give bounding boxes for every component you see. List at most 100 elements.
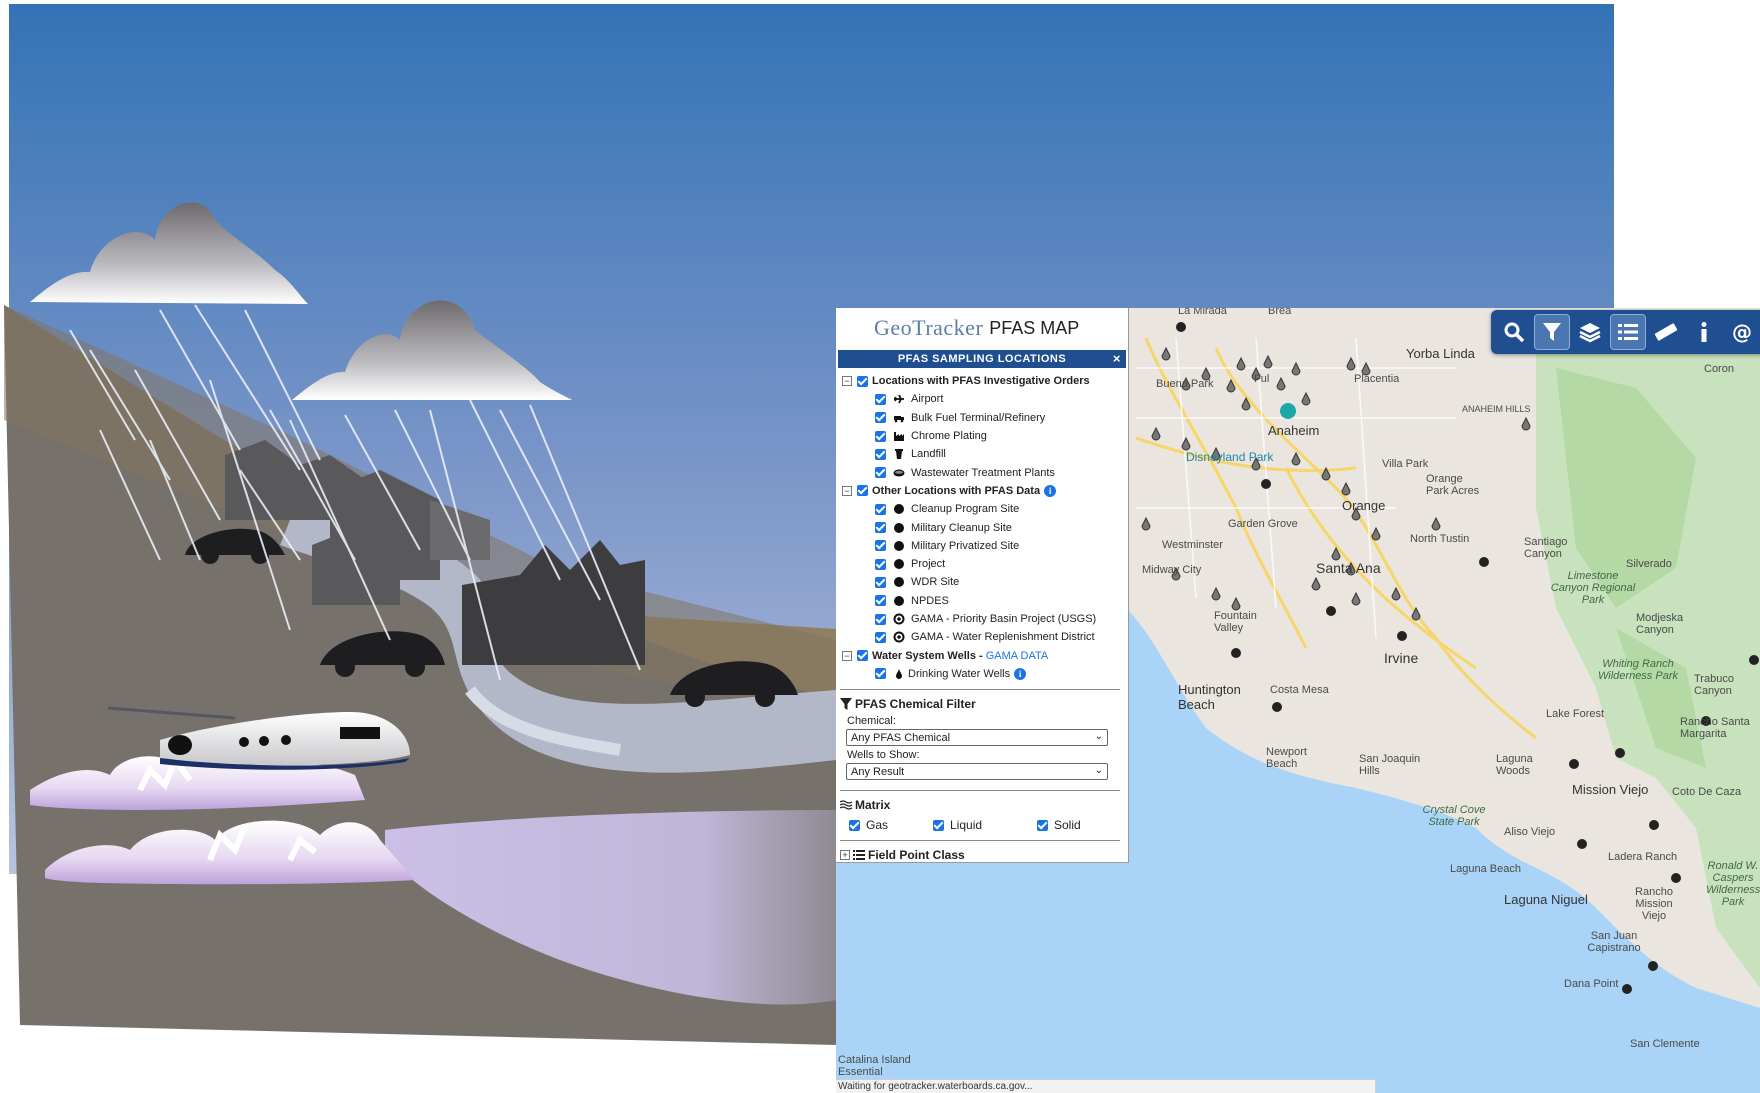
map-label: Whiting Ranch Wilderness Park — [1598, 658, 1678, 682]
ring-icon — [893, 631, 905, 643]
map-label: North Tustin — [1410, 533, 1470, 545]
layers-button[interactable] — [1573, 315, 1607, 349]
map-label: Limestone Canyon Regional Park — [1550, 570, 1636, 606]
map-label: Orange — [1342, 498, 1386, 513]
divider — [840, 840, 1120, 842]
chemical-filter-title: PFAS Chemical Filter — [836, 696, 1128, 712]
layer-checkbox[interactable] — [875, 576, 886, 588]
collapse-icon[interactable]: − — [842, 485, 852, 496]
layer-label: Military Privatized Site — [911, 539, 1020, 552]
expand-icon[interactable]: + — [840, 850, 850, 861]
layer-label: Airport — [911, 393, 944, 406]
list-button[interactable] — [1610, 314, 1646, 350]
layer-wdr[interactable]: WDR Site — [842, 573, 1128, 591]
layer-checkbox[interactable] — [875, 448, 886, 460]
group-other-locations[interactable]: − Other Locations with PFAS Data i — [842, 482, 1128, 500]
map-label: Ful — [1254, 373, 1270, 385]
layer-checkbox[interactable] — [875, 558, 886, 570]
airplane-icon — [893, 393, 905, 405]
info-icon[interactable]: i — [1044, 484, 1057, 497]
ruler-icon — [1654, 323, 1678, 341]
divider — [840, 689, 1120, 691]
measure-button[interactable] — [1649, 315, 1683, 349]
map-label: San Juan Capistrano — [1587, 930, 1641, 954]
gama-data-link[interactable]: GAMA DATA — [986, 650, 1049, 662]
map-label: Modjeska Canyon — [1636, 612, 1684, 636]
close-icon[interactable]: × — [1113, 351, 1121, 366]
matrix-gas[interactable]: Gas — [849, 818, 933, 832]
map-label: La Mirada — [1178, 308, 1227, 317]
info-icon[interactable]: i — [1014, 667, 1027, 680]
collapse-icon[interactable]: − — [842, 376, 852, 387]
layer-label: Military Cleanup Site — [911, 521, 1012, 534]
search-button[interactable] — [1497, 315, 1531, 349]
wells-select[interactable]: Any Result ⌄ — [846, 763, 1108, 781]
water-drop-icon — [893, 668, 905, 680]
layer-military-cleanup[interactable]: Military Cleanup Site — [842, 518, 1128, 536]
info-button[interactable] — [1687, 315, 1721, 349]
map-label: Rancho Mission Viejo — [1635, 886, 1673, 922]
map-window[interactable]: La Mirada Brea Yorba Linda Buena Park Fu… — [836, 308, 1760, 1093]
layer-checkbox[interactable] — [875, 540, 886, 552]
logo-pfas-map: PFAS MAP — [989, 317, 1080, 338]
layer-gama-usgs[interactable]: GAMA - Priority Basin Project (USGS) — [842, 610, 1128, 628]
group-water-system-wells[interactable]: − Water System Wells - GAMA DATA — [842, 646, 1128, 664]
matrix-checkbox[interactable] — [1037, 819, 1048, 831]
layer-airport[interactable]: Airport — [842, 390, 1128, 408]
map-label: San Clemente — [1630, 1038, 1700, 1050]
field-point-class[interactable]: + Field Point Class — [836, 847, 1128, 863]
map-label: Coto De Caza — [1672, 786, 1742, 798]
svg-text:@: @ — [1732, 320, 1752, 344]
group-checkbox[interactable] — [857, 650, 868, 662]
contact-button[interactable]: @ — [1725, 315, 1759, 349]
layer-checkbox[interactable] — [875, 522, 886, 534]
layer-checkbox[interactable] — [875, 393, 886, 405]
layer-checkbox[interactable] — [875, 595, 886, 607]
layer-label: Cleanup Program Site — [911, 503, 1020, 516]
treatment-plant-icon — [893, 467, 905, 479]
layer-label: Landfill — [911, 448, 946, 461]
layer-npdes[interactable]: NPDES — [842, 592, 1128, 610]
chevron-down-icon: ⌄ — [1094, 765, 1103, 777]
map-label: Silverado — [1626, 558, 1672, 570]
layer-checkbox[interactable] — [875, 613, 886, 625]
layer-cleanup[interactable]: Cleanup Program Site — [842, 500, 1128, 518]
group-investigative-orders[interactable]: − Locations with PFAS Investigative Orde… — [842, 372, 1128, 390]
group-checkbox[interactable] — [857, 375, 868, 387]
panel-header: PFAS SAMPLING LOCATIONS × — [838, 350, 1126, 368]
filter-button[interactable] — [1534, 314, 1570, 350]
wells-label: Wells to Show: — [847, 749, 920, 762]
chemical-select-value: Any PFAS Chemical — [851, 731, 951, 744]
trash-icon — [893, 448, 905, 460]
chemical-select[interactable]: Any PFAS Chemical ⌄ — [846, 729, 1108, 747]
layer-checkbox[interactable] — [875, 631, 886, 643]
layer-gama-wrd[interactable]: GAMA - Water Replenishment District — [842, 628, 1128, 646]
layer-drinking-water-wells[interactable]: Drinking Water Wells i — [842, 665, 1128, 683]
layer-landfill[interactable]: Landfill — [842, 445, 1128, 463]
map-label: Midway City — [1142, 564, 1202, 576]
group-checkbox[interactable] — [857, 485, 868, 497]
layer-checkbox[interactable] — [875, 430, 886, 442]
layer-wastewater[interactable]: Wastewater Treatment Plants — [842, 463, 1128, 481]
group-label: Other Locations with PFAS Data — [872, 484, 1041, 497]
matrix-liquid[interactable]: Liquid — [933, 818, 1037, 832]
layer-checkbox[interactable] — [875, 503, 886, 515]
map-label: Aliso Viejo — [1504, 826, 1556, 838]
matrix-checkbox[interactable] — [933, 819, 944, 831]
layer-checkbox[interactable] — [875, 412, 886, 424]
layer-label: Drinking Water Wells — [908, 667, 1011, 680]
fuel-truck-icon — [893, 412, 905, 424]
layer-chrome-plating[interactable]: Chrome Plating — [842, 427, 1128, 445]
layer-checkbox[interactable] — [875, 668, 886, 680]
layer-project[interactable]: Project — [842, 555, 1128, 573]
map-label: Placentia — [1354, 373, 1400, 385]
layer-label: WDR Site — [911, 576, 960, 589]
layer-checkbox[interactable] — [875, 467, 886, 479]
logo-geotracker: GeoTracker — [874, 315, 984, 340]
layer-bulk-fuel[interactable]: Bulk Fuel Terminal/Refinery — [842, 409, 1128, 427]
matrix-solid[interactable]: Solid — [1037, 818, 1121, 832]
matrix-checkbox[interactable] — [849, 819, 860, 831]
map-label: Crystal Cove State Park — [1422, 804, 1486, 828]
layer-military-privatized[interactable]: Military Privatized Site — [842, 537, 1128, 555]
collapse-icon[interactable]: − — [842, 650, 852, 661]
